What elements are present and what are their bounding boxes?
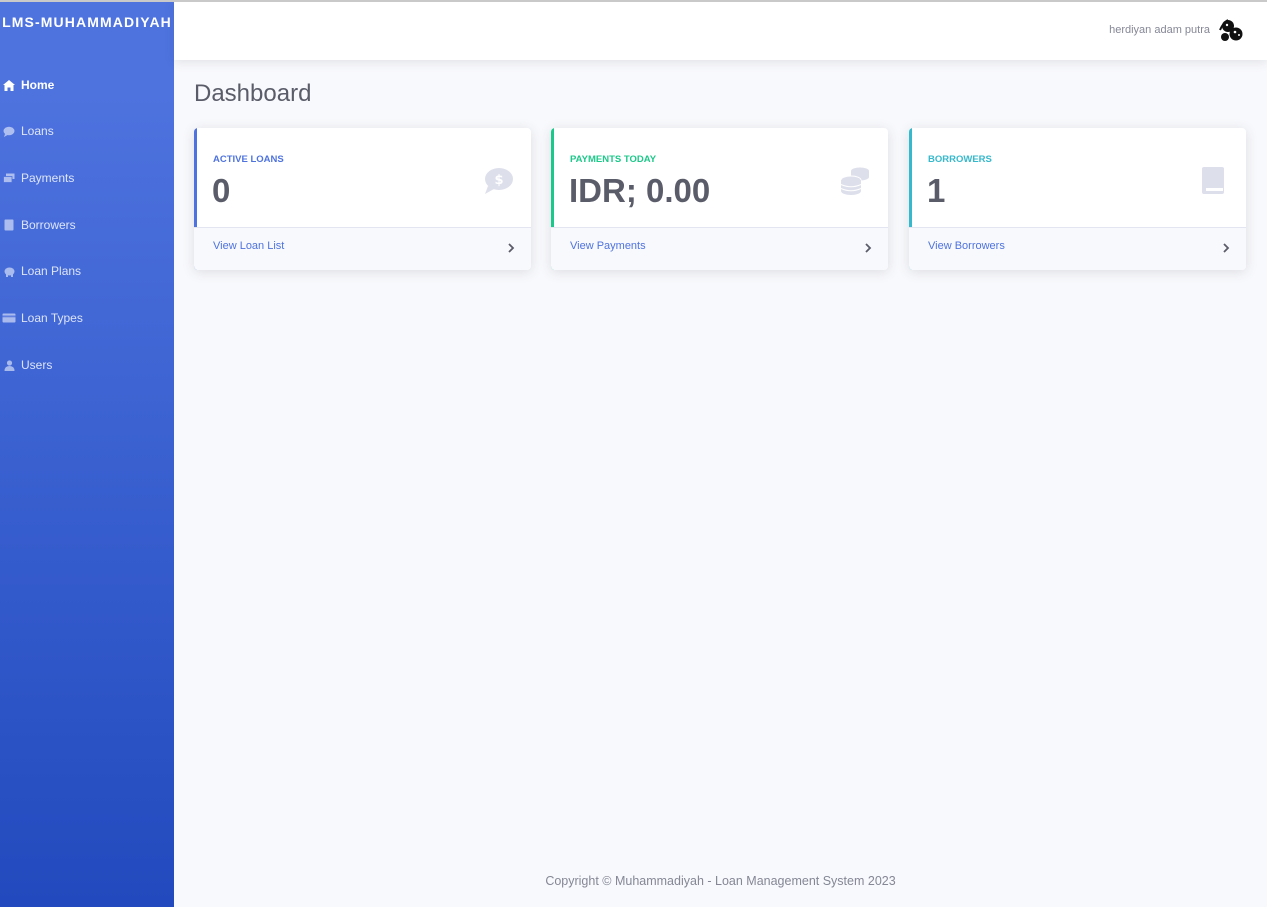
chevron-right-icon bbox=[506, 241, 516, 253]
sidebar-item-loan-types[interactable]: Loan Types bbox=[0, 307, 174, 329]
sidebar-item-label: Borrowers bbox=[21, 218, 76, 232]
card-value: IDR; 0.00 bbox=[569, 172, 711, 209]
borrowers-card: Borrowers 1 View Borrowers bbox=[909, 128, 1246, 270]
credit-card-icon bbox=[1, 310, 17, 326]
sidebar-item-label: Loan Plans bbox=[21, 264, 82, 278]
book-icon bbox=[1, 217, 17, 233]
sidebar: LMS-MUHAMMADIYAH Home Loans Payments Bor… bbox=[0, 0, 174, 907]
piggy-bank-icon bbox=[1, 263, 17, 279]
card-label: Active Loans bbox=[213, 154, 284, 165]
chevron-right-icon bbox=[1221, 241, 1231, 253]
user-icon bbox=[1, 357, 17, 373]
view-loan-list-link[interactable]: View Loan List bbox=[213, 240, 284, 252]
view-borrowers-link[interactable]: View Borrowers bbox=[928, 240, 1005, 252]
card-footer[interactable]: View Payments bbox=[551, 227, 888, 270]
sidebar-item-label: Users bbox=[21, 358, 53, 372]
sidebar-item-loan-plans[interactable]: Loan Plans bbox=[0, 260, 174, 282]
comment-dollar-icon bbox=[1, 123, 17, 139]
sidebar-item-loans[interactable]: Loans bbox=[0, 120, 174, 142]
sidebar-item-users[interactable]: Users bbox=[0, 354, 174, 376]
chevron-right-icon bbox=[863, 241, 873, 253]
sidebar-item-label: Loans bbox=[21, 124, 54, 138]
user-group-avatar-icon[interactable] bbox=[1217, 17, 1245, 45]
user-name[interactable]: herdiyan adam putra bbox=[1109, 24, 1210, 36]
sidebar-item-payments[interactable]: Payments bbox=[0, 167, 174, 189]
sidebar-item-home[interactable]: Home bbox=[0, 74, 174, 96]
card-label: Payments Today bbox=[570, 154, 657, 165]
comment-dollar-icon: $ bbox=[482, 165, 514, 197]
topbar: herdiyan adam putra bbox=[174, 2, 1267, 60]
copyright-footer: Copyright © Muhammadiyah - Loan Manageme… bbox=[545, 874, 896, 888]
payments-today-card: Payments Today IDR; 0.00 View Payments bbox=[551, 128, 888, 270]
active-loans-card: Active Loans 0 $ View Loan List bbox=[194, 128, 531, 270]
svg-text:$: $ bbox=[494, 173, 503, 188]
card-footer[interactable]: View Loan List bbox=[194, 227, 531, 270]
view-payments-link[interactable]: View Payments bbox=[570, 240, 646, 252]
money-bill-icon bbox=[1, 170, 17, 186]
window-top-border bbox=[0, 0, 1267, 2]
home-icon bbox=[1, 77, 17, 93]
card-value: 1 bbox=[927, 172, 946, 209]
sidebar-item-label: Home bbox=[21, 78, 55, 92]
coins-icon bbox=[839, 165, 871, 197]
card-value: 0 bbox=[212, 172, 231, 209]
sidebar-item-borrowers[interactable]: Borrowers bbox=[0, 214, 174, 236]
sidebar-item-label: Loan Types bbox=[21, 311, 83, 325]
card-footer[interactable]: View Borrowers bbox=[909, 227, 1246, 270]
sidebar-item-label: Payments bbox=[21, 171, 75, 185]
sidebar-brand[interactable]: LMS-MUHAMMADIYAH bbox=[0, 0, 174, 60]
page-title: Dashboard bbox=[194, 80, 312, 107]
card-label: Borrowers bbox=[928, 154, 992, 165]
book-icon bbox=[1197, 165, 1229, 197]
brand-text: LMS-MUHAMMADIYAH bbox=[2, 14, 172, 30]
